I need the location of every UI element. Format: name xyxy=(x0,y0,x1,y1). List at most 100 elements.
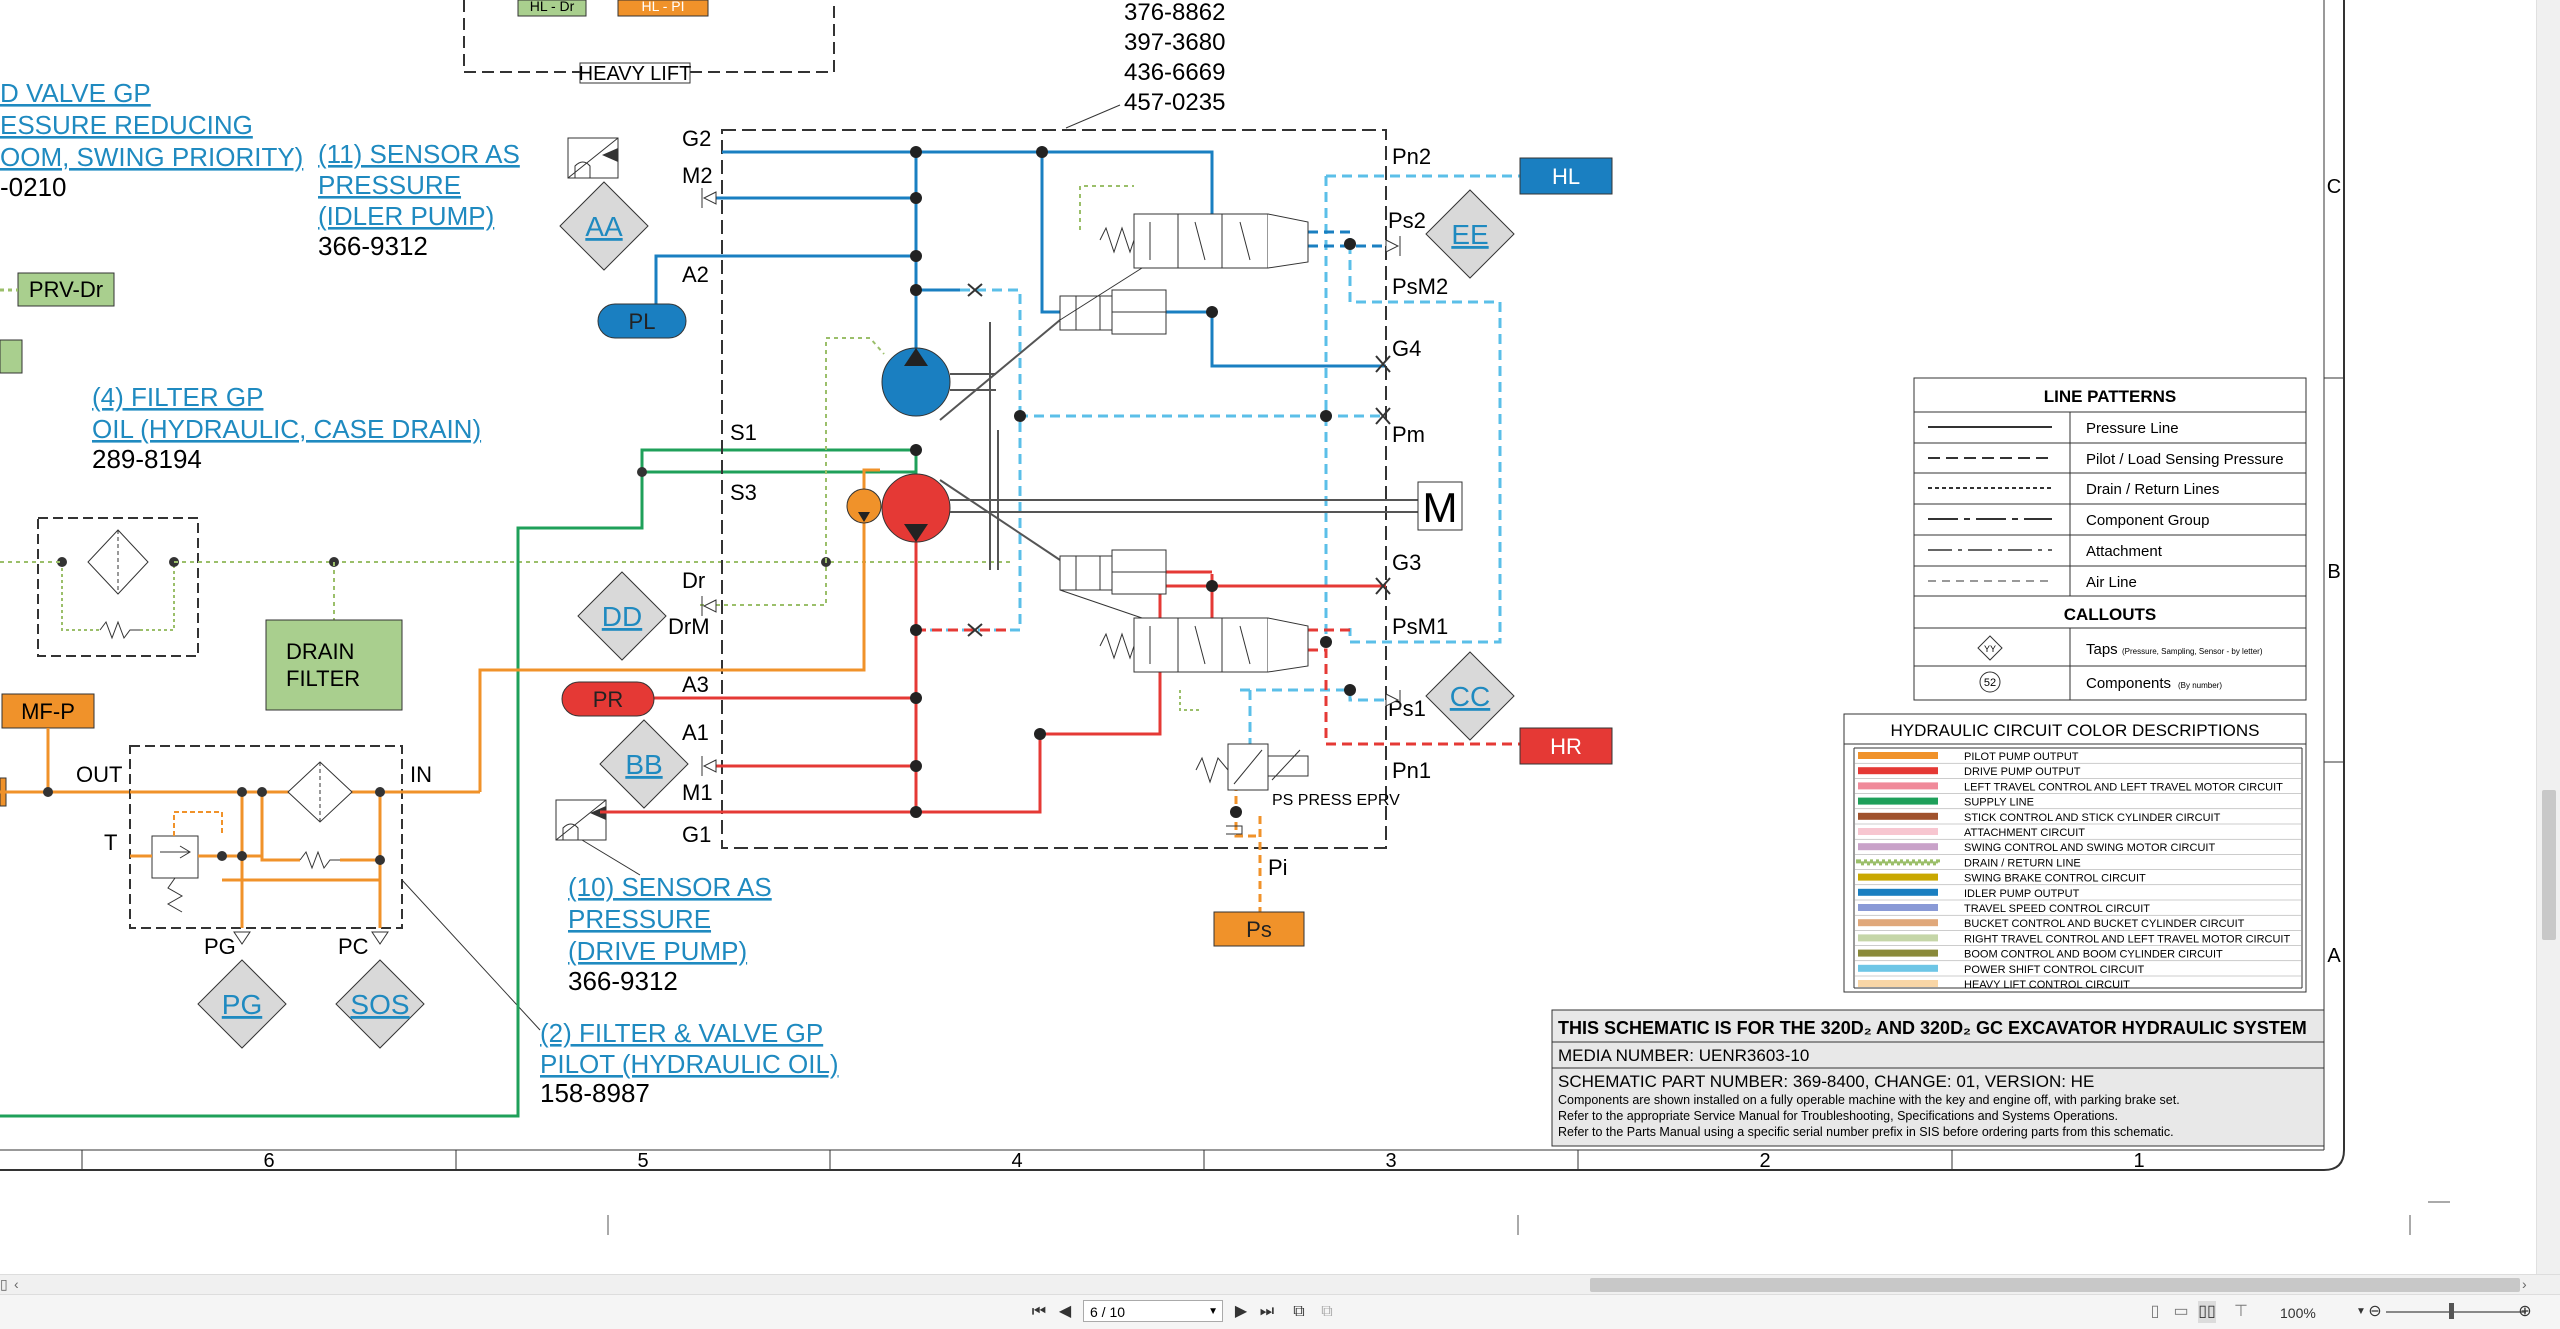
port-s3: S3 xyxy=(730,480,757,505)
port-g3: G3 xyxy=(1392,550,1421,575)
filter4-link-1[interactable]: (4) FILTER GP xyxy=(92,382,263,412)
color-swatch xyxy=(1858,752,1938,759)
title-media: MEDIA NUMBER: UENR3603-10 xyxy=(1558,1046,1809,1065)
horizontal-scroll-thumb[interactable] xyxy=(1590,1278,2520,1292)
ps-tag: Ps xyxy=(1246,917,1272,942)
tap-bb[interactable]: BB xyxy=(599,719,689,809)
case-drain-filter-symbol xyxy=(37,517,199,657)
tap-cc[interactable]: CC xyxy=(1425,651,1515,741)
callout-tap-symbol: YY xyxy=(1984,644,1996,654)
horizontal-scrollbar[interactable]: ▯ ‹ › xyxy=(0,1274,2560,1295)
filter4-link-2[interactable]: OIL (HYDRAULIC, CASE DRAIN) xyxy=(92,414,481,444)
vertical-scroll-thumb[interactable] xyxy=(2542,790,2556,940)
lower-control-valve-symbol xyxy=(1059,589,1309,711)
filter2-link-1[interactable]: (2) FILTER & VALVE GP xyxy=(540,1018,823,1048)
continuous-view-icon[interactable]: ▭ xyxy=(2172,1301,2190,1323)
pg-port-label: PG xyxy=(204,934,236,959)
tap-pg-label[interactable]: PG xyxy=(222,989,262,1020)
scroll-left-arrow-icon[interactable]: ‹ xyxy=(14,1276,19,1292)
filter2-part: 158-8987 xyxy=(540,1078,650,1108)
scroll-right-arrow-icon[interactable]: › xyxy=(2522,1276,2527,1292)
filter2-link-2[interactable]: PILOT (HYDRAULIC OIL) xyxy=(540,1049,839,1079)
color-swatch xyxy=(1858,964,1938,972)
next-page-icon[interactable]: ▶ xyxy=(1232,1301,1250,1323)
grid-col-3: 3 xyxy=(1385,1150,1396,1172)
idler-pump-symbol xyxy=(881,347,951,417)
drain-filter-label-1: DRAIN xyxy=(286,639,354,664)
lp-component-group: Component Group xyxy=(2086,512,2209,529)
prev-page-icon[interactable]: ◀ xyxy=(1056,1301,1074,1323)
color-desc-label: STICK CONTROL AND STICK CYLINDER CIRCUIT xyxy=(1964,812,2221,824)
port-psm2: PsM2 xyxy=(1392,274,1448,299)
two-page-view-icon[interactable]: ▯▯ xyxy=(2198,1301,2216,1323)
vertical-scrollbar[interactable] xyxy=(2536,0,2560,1274)
sensor11-link-1[interactable]: (11) SENSOR AS xyxy=(318,139,520,169)
sensor11-link-3[interactable]: (IDLER PUMP) xyxy=(318,201,494,231)
port-g2: G2 xyxy=(682,126,711,151)
page-dropdown-icon[interactable]: ▼ xyxy=(1208,1301,1218,1323)
tap-pg[interactable]: PG xyxy=(197,959,287,1049)
sensor11-link-2[interactable]: PRESSURE xyxy=(318,170,461,200)
tap-ee-label[interactable]: EE xyxy=(1451,219,1488,250)
valve-gp-link-3[interactable]: OOM, SWING PRIORITY) xyxy=(0,142,303,172)
grid-col-5: 5 xyxy=(637,1150,648,1172)
zoom-slider-thumb[interactable] xyxy=(2449,1303,2454,1319)
color-swatch xyxy=(1858,904,1938,911)
zoom-in-icon[interactable]: ⊕ xyxy=(2516,1301,2534,1323)
color-desc-title: HYDRAULIC CIRCUIT COLOR DESCRIPTIONS xyxy=(1890,721,2259,740)
color-swatch xyxy=(1858,782,1938,790)
back-view-icon[interactable]: ⧉ xyxy=(1290,1301,1308,1323)
hl-pi-tag: HL - PI xyxy=(641,0,684,14)
tap-aa[interactable]: AA xyxy=(559,181,649,271)
valve-gp-link-2[interactable]: ESSURE REDUCING xyxy=(0,110,253,140)
color-desc-label: POWER SHIFT CONTROL CIRCUIT xyxy=(1964,964,2145,976)
color-swatch xyxy=(1858,980,1938,987)
scroll-left-box[interactable]: ▯ xyxy=(0,1276,8,1293)
tap-bb-label[interactable]: BB xyxy=(625,749,662,780)
forward-view-icon[interactable]: ⧉ xyxy=(1318,1301,1336,1323)
color-desc-label: IDLER PUMP OUTPUT xyxy=(1964,888,2080,900)
port-m1: M1 xyxy=(682,780,713,805)
zoom-slider-track[interactable] xyxy=(2386,1311,2526,1313)
grid-col-6: 6 xyxy=(263,1150,274,1172)
color-desc-label: DRAIN / RETURN LINE xyxy=(1964,857,2081,869)
upper-regulator-symbol xyxy=(1059,289,1167,335)
title-note2: Refer to the appropriate Service Manual … xyxy=(1558,1109,2118,1123)
zoom-level[interactable]: 100% xyxy=(2280,1305,2316,1321)
sensor10-link-3[interactable]: (DRIVE PUMP) xyxy=(568,936,747,966)
drain-filter-label-2: FILTER xyxy=(286,666,360,691)
single-page-view-icon[interactable]: ▯ xyxy=(2146,1301,2164,1323)
tap-ee[interactable]: EE xyxy=(1425,189,1515,279)
sensor10-link-2[interactable]: PRESSURE xyxy=(568,904,711,934)
color-desc-label: DRIVE PUMP OUTPUT xyxy=(1964,766,2081,778)
color-desc-label: TRAVEL SPEED CONTROL CIRCUIT xyxy=(1964,903,2150,915)
sensor10-link-1[interactable]: (10) SENSOR AS xyxy=(568,872,772,902)
color-desc-label: PILOT PUMP OUTPUT xyxy=(1964,751,2079,763)
color-swatch xyxy=(1858,949,1938,957)
pc-port-label: PC xyxy=(338,934,369,959)
filter4-part: 289-8194 xyxy=(92,444,202,474)
port-pn1: Pn1 xyxy=(1392,758,1431,783)
color-desc-label: BUCKET CONTROL AND BUCKET CYLINDER CIRCU… xyxy=(1964,918,2245,930)
callout-taps-sub: (Pressure, Sampling, Sensor - by letter) xyxy=(2122,647,2263,656)
zoom-out-icon[interactable]: ⊖ xyxy=(2366,1301,2384,1323)
port-a3: A3 xyxy=(682,672,709,697)
fit-view-icon[interactable]: ⊤ xyxy=(2232,1301,2250,1323)
tap-sos-label[interactable]: SOS xyxy=(350,989,409,1020)
last-page-icon[interactable]: ⏭ xyxy=(1258,1301,1276,1323)
valve-gp-link-1[interactable]: D VALVE GP xyxy=(0,78,151,108)
first-page-icon[interactable]: ⏮ xyxy=(1030,1301,1048,1323)
color-swatch xyxy=(1858,797,1938,805)
port-drm: DrM xyxy=(668,614,710,639)
tap-sos[interactable]: SOS xyxy=(335,959,425,1049)
tap-dd-label[interactable]: DD xyxy=(602,601,642,632)
tap-dd[interactable]: DD xyxy=(577,571,667,661)
grid-row-c: C xyxy=(2327,176,2341,198)
tap-cc-label[interactable]: CC xyxy=(1450,681,1490,712)
color-swatch xyxy=(1858,888,1938,896)
hr-tag: HR xyxy=(1550,734,1582,759)
line-patterns-legend: LINE PATTERNS Pressure Line Pilot / Load… xyxy=(1913,377,2307,701)
page-number-field[interactable]: 6 / 10 ▼ xyxy=(1083,1300,1223,1322)
sensor11-part: 366-9312 xyxy=(318,231,428,261)
tap-aa-label[interactable]: AA xyxy=(585,211,623,242)
